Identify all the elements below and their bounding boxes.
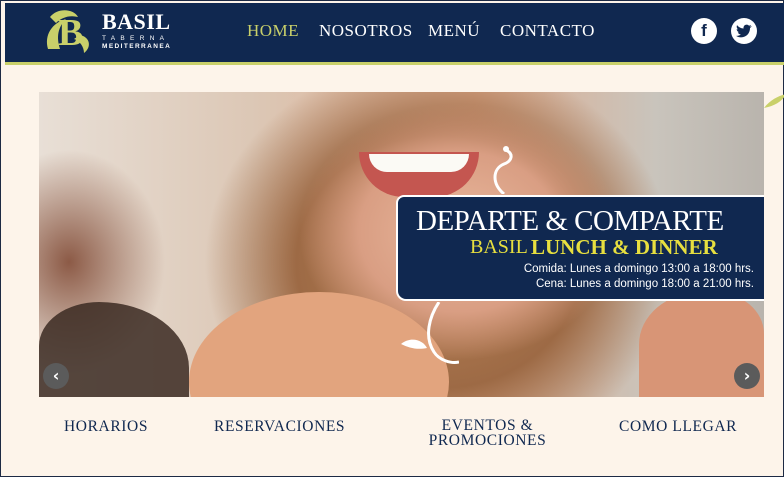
link-eventos-line1: EVENTOS & bbox=[441, 417, 534, 434]
brand-logo[interactable]: B BASIL TABERNA MEDITERRANEA bbox=[40, 7, 180, 55]
brand-name: BASIL bbox=[102, 9, 171, 34]
brand-subtitle-2: MEDITERRANEA bbox=[102, 43, 172, 50]
facebook-icon[interactable]: f bbox=[691, 18, 717, 44]
slider-prev-button[interactable]: ‹ bbox=[43, 363, 69, 389]
dinner-hours: Cena: Lunes a domingo 18:00 a 21:00 hrs. bbox=[535, 278, 754, 290]
link-reservaciones[interactable]: RESERVACIONES bbox=[214, 418, 345, 436]
slider-next-button[interactable]: › bbox=[734, 363, 760, 389]
nav-contacto[interactable]: CONTACTO bbox=[500, 21, 595, 41]
nav-home[interactable]: HOME bbox=[247, 21, 299, 41]
basil-leaf-logo-icon: B bbox=[46, 10, 89, 54]
lunch-hours: Comida: Lunes a domingo 13:00 a 18:00 hr… bbox=[523, 263, 754, 275]
nav-menu[interactable]: MENÚ bbox=[428, 21, 480, 41]
promo-banner: DEPARTE & COMPARTE BASIL LUNCH & DINNER … bbox=[396, 195, 764, 301]
banner-brand: BASIL bbox=[470, 236, 528, 258]
link-horarios[interactable]: HORARIOS bbox=[64, 418, 148, 436]
brand-subtitle-1: TABERNA bbox=[102, 35, 170, 42]
twitter-icon[interactable] bbox=[731, 18, 757, 44]
swirl-top-icon bbox=[493, 146, 513, 194]
link-como-llegar[interactable]: COMO LLEGAR bbox=[619, 418, 737, 436]
link-eventos-line2: PROMOCIONES bbox=[428, 432, 547, 449]
logo-letter: B bbox=[58, 12, 83, 54]
twitter-bird-icon bbox=[736, 24, 752, 38]
leaf-decoration-icon bbox=[764, 94, 784, 108]
site-header: B BASIL TABERNA MEDITERRANEA HOME NOSOTR… bbox=[5, 3, 784, 62]
banner-highlight: LUNCH & DINNER bbox=[531, 235, 718, 259]
header-accent-line bbox=[5, 62, 784, 65]
hero-photo-teeth bbox=[369, 154, 469, 172]
nav-nosotros[interactable]: NOSOTROS bbox=[319, 21, 413, 41]
link-eventos[interactable]: EVENTOS & PROMOCIONES bbox=[425, 417, 550, 449]
banner-title: DEPARTE & COMPARTE bbox=[416, 205, 724, 237]
swirl-bottom-icon bbox=[401, 302, 459, 364]
